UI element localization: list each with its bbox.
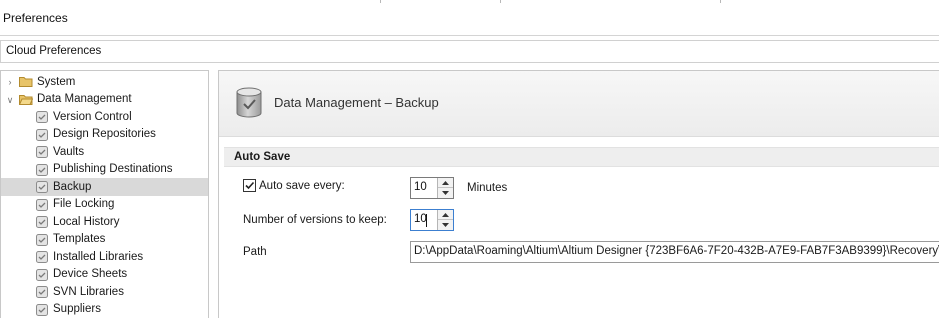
page-node-icon: [36, 128, 48, 141]
tree-item-publishing-destinations[interactable]: Publishing Destinations: [1, 161, 208, 179]
tree-item-device-sheets[interactable]: Device Sheets: [1, 266, 208, 284]
tree-item-design-repositories[interactable]: Design Repositories: [1, 126, 208, 144]
section-title: Auto Save: [234, 151, 291, 163]
tree-item-label: Installed Libraries: [53, 250, 144, 263]
tree-item-label: System: [37, 75, 76, 88]
versions-stepper[interactable]: 10: [410, 209, 454, 231]
tree-item-file-locking[interactable]: File Locking: [1, 196, 208, 214]
auto-save-label[interactable]: Auto save every:: [259, 180, 345, 192]
tree-item-version-control[interactable]: Version Control: [1, 108, 208, 126]
tree-item-suppliers[interactable]: Suppliers: [1, 301, 208, 318]
path-value: D:\AppData\Roaming\Altium\Altium Designe…: [414, 245, 939, 257]
chevron-down-icon: [442, 223, 449, 227]
chevron-up-icon: [442, 212, 449, 217]
page-node-icon: [36, 181, 48, 193]
auto-save-minutes-value: 10: [414, 181, 427, 193]
tree-item-label: Suppliers: [53, 303, 101, 316]
chevron-down-icon: [442, 191, 449, 195]
tree-item-label: File Locking: [53, 198, 115, 211]
versions-value: 10: [414, 213, 427, 225]
auto-save-checkbox[interactable]: [243, 179, 256, 192]
title-bar-divider: [500, 0, 501, 3]
cloud-preferences-bar[interactable]: Cloud Preferences: [0, 40, 939, 63]
chevron-down-icon[interactable]: ∨: [5, 95, 15, 105]
tree-item-label: SVN Libraries: [53, 285, 124, 298]
content-pane: Data Management – Backup Auto Save Auto …: [218, 70, 939, 318]
tree-group-data-management[interactable]: ∨ Data Management: [1, 91, 208, 109]
tree-item-label: Data Management: [37, 93, 132, 106]
window-title: Preferences: [3, 11, 68, 25]
title-bar-divider: [380, 0, 381, 3]
page-node-icon: [36, 163, 48, 176]
text-caret: [426, 214, 427, 227]
checkmark-icon: [245, 181, 255, 190]
tree-item-label: Design Repositories: [53, 128, 156, 141]
path-field[interactable]: D:\AppData\Roaming\Altium\Altium Designe…: [410, 241, 939, 263]
stepper-buttons: [437, 210, 453, 230]
preferences-tree[interactable]: › System ∨ Data Management Version Control De…: [0, 70, 209, 318]
title-bar-divider: [720, 0, 721, 3]
tree-item-label: Local History: [53, 215, 120, 228]
database-icon: [236, 87, 262, 118]
page-node-icon: [36, 198, 48, 211]
auto-save-minutes-stepper[interactable]: 10: [410, 177, 454, 199]
tree-item-label: Vaults: [53, 145, 85, 158]
page-header: Data Management – Backup: [219, 71, 939, 137]
page-node-icon: [36, 268, 48, 281]
tree-item-templates[interactable]: Templates: [1, 231, 208, 249]
page-title: Data Management – Backup: [274, 95, 439, 110]
increment-button[interactable]: [438, 178, 453, 188]
page-node-icon: [36, 286, 48, 298]
chevron-right-icon[interactable]: ›: [5, 77, 15, 87]
decrement-button[interactable]: [438, 188, 453, 198]
stepper-buttons: [437, 178, 453, 198]
tree-item-installed-libraries[interactable]: Installed Libraries: [1, 248, 208, 266]
tree-item-label: Version Control: [53, 110, 132, 123]
tree-item-svn-libraries[interactable]: SVN Libraries: [1, 283, 208, 301]
tree-group-system[interactable]: › System: [1, 73, 208, 91]
tree-item-label: Templates: [53, 233, 106, 246]
increment-button[interactable]: [438, 210, 453, 220]
versions-label: Number of versions to keep:: [243, 214, 387, 226]
tree-item-label: Backup: [53, 180, 92, 193]
page-node-icon: [36, 146, 48, 158]
cloud-preferences-label: Cloud Preferences: [6, 45, 102, 57]
chevron-up-icon: [442, 180, 449, 185]
folder-icon: [19, 77, 33, 87]
page-node-icon: [36, 216, 48, 228]
page-node-icon: [36, 111, 48, 123]
tree-item-local-history[interactable]: Local History: [1, 213, 208, 231]
section-header-auto-save: Auto Save: [224, 147, 939, 167]
tree-item-label: Publishing Destinations: [53, 163, 173, 176]
path-label: Path: [243, 246, 267, 258]
tree-item-label: Device Sheets: [53, 268, 128, 281]
minutes-unit-label: Minutes: [467, 182, 508, 194]
tree-item-vaults[interactable]: Vaults: [1, 143, 208, 161]
title-bar: Preferences: [0, 0, 939, 36]
preferences-window: Preferences Cloud Preferences › System ∨ Da…: [0, 0, 939, 318]
page-node-icon: [36, 303, 48, 316]
page-node-icon: [36, 251, 48, 263]
folder-open-icon: [19, 94, 33, 105]
decrement-button[interactable]: [438, 220, 453, 230]
tree-item-backup[interactable]: Backup: [1, 178, 208, 196]
page-node-icon: [36, 233, 48, 246]
